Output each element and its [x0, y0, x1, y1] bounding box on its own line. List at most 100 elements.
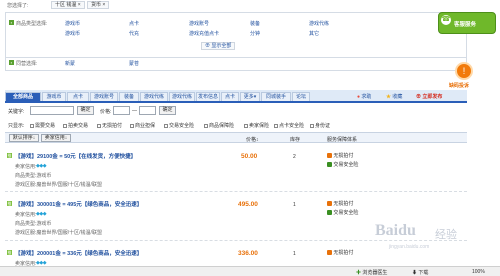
- category-item-3[interactable]: 游戏账号: [189, 20, 209, 27]
- tab-equipment[interactable]: 装备: [119, 92, 139, 101]
- listing-title[interactable]: 【游戏】200001金 = 336元【绿色商品，安全迅速】: [15, 249, 142, 257]
- price-column-header[interactable]: 价格↕: [246, 136, 259, 143]
- browser-doctor[interactable]: ✚ 浏览器医生: [356, 269, 387, 276]
- listing-title[interactable]: 【游戏】29100金 = 50元【在线发货，方便快捷】: [15, 152, 136, 160]
- item-type-label: 商品类型:游戏币: [15, 221, 52, 227]
- listing-price: 50.00: [241, 153, 258, 160]
- listing-row: 推 【游戏】29100金 = 50元【在线发货，方便快捷】 卖家信用: ◆◆◆ …: [5, 147, 467, 192]
- tab-publish-info[interactable]: 发布信息: [196, 92, 220, 101]
- tab-local[interactable]: 同城装手: [261, 92, 291, 101]
- trade-label: 同营选择:: [16, 61, 38, 67]
- filter-option-6[interactable]: 商品保障险: [204, 122, 234, 129]
- server-info: 游戏区服:魔兽世界/国服/十区/钱温/联盟: [15, 182, 102, 188]
- keyword-confirm-button[interactable]: 确定: [77, 106, 94, 115]
- chevron-down-icon: ▾: [253, 94, 257, 100]
- tab-accounts[interactable]: 游戏账号: [90, 92, 118, 101]
- price-confirm-button[interactable]: 确定: [159, 106, 176, 115]
- server-info: 游戏区服:魔兽世界/国服/十区/钱温/联盟: [15, 230, 102, 236]
- category-item-10[interactable]: 其它: [309, 30, 319, 37]
- tab-points[interactable]: 点卡: [221, 92, 239, 101]
- filter-option-4[interactable]: 商业担保: [130, 122, 155, 129]
- filter-option-9[interactable]: 身份证: [310, 122, 330, 129]
- customer-service-badge[interactable]: ☎ 客服服务: [438, 12, 496, 34]
- filter-option-5[interactable]: 交易安全险: [164, 122, 194, 129]
- sort-default-button[interactable]: 默认排序↓: [9, 134, 39, 142]
- filter-row: 只显示: 需要交易 拍卖交易 无损拍付 商业担保 交易安全险 商品保障险 卖家保…: [5, 119, 467, 130]
- tab-leveling-2[interactable]: 游戏代练: [169, 92, 195, 101]
- trade-option-2[interactable]: 蒙苍: [129, 60, 139, 67]
- filter-chip-server[interactable]: 十区 钱温 ×: [51, 1, 85, 9]
- listing-table-header: 默认排序↓ 卖家信用↓ 价格↕ 库存 服务保障体系: [5, 132, 467, 143]
- service-column-header: 服务保障体系: [327, 137, 358, 143]
- listing-price: 495.00: [238, 201, 258, 208]
- arrow-down-icon: ↓: [64, 135, 68, 141]
- checkbox[interactable]: [164, 123, 168, 128]
- tab-forum[interactable]: 论坛: [292, 92, 310, 101]
- checkbox[interactable]: [274, 123, 278, 128]
- checkbox[interactable]: [97, 123, 101, 128]
- listing-title[interactable]: 【游戏】300001金 = 495元【绿色商品，安全迅速】: [15, 200, 142, 208]
- checkbox[interactable]: [244, 123, 248, 128]
- download-button[interactable]: ⬇ 下载: [412, 269, 428, 276]
- category-item-9[interactable]: 分钟: [250, 30, 260, 37]
- checkbox[interactable]: [30, 123, 34, 128]
- keyword-input[interactable]: [30, 106, 74, 115]
- tab-cards[interactable]: 点卡: [67, 92, 89, 101]
- publish-link[interactable]: ⊕ 立即发布: [416, 93, 442, 100]
- filter-chip-currency[interactable]: 货币 ×: [87, 1, 110, 9]
- checkbox[interactable]: [310, 123, 314, 128]
- recommend-badge: 推: [7, 153, 12, 158]
- filter-option-3[interactable]: 无损拍付: [97, 122, 122, 129]
- seller-credit-label: 卖家信用:: [15, 164, 37, 170]
- price-max-input[interactable]: [139, 106, 156, 115]
- checkbox[interactable]: [63, 123, 67, 128]
- sort-credit-button[interactable]: 卖家信用↓: [41, 134, 71, 142]
- checkbox[interactable]: [204, 123, 208, 128]
- search-row: 关键字: 确定 价格: — 确定: [5, 104, 467, 117]
- credit-diamond-icon: ◆◆◆: [36, 163, 47, 169]
- zoom-level[interactable]: 100%: [472, 269, 485, 275]
- seller-credit-label: 卖家信用:: [15, 212, 37, 218]
- filter-option-8[interactable]: 点卡安全险: [274, 122, 304, 129]
- shield-check-icon: [327, 162, 332, 168]
- service-item: 交易安全险: [327, 161, 358, 168]
- price-dash: —: [132, 108, 137, 114]
- service-item: 无损拍付: [327, 200, 353, 207]
- customer-service-label: 客服服务: [454, 22, 477, 28]
- category-item-7[interactable]: 代充: [129, 30, 139, 37]
- service-item: 无损拍付: [327, 152, 353, 159]
- category-item-1[interactable]: 游戏币: [65, 20, 80, 27]
- price-min-input[interactable]: [113, 106, 130, 115]
- help-link[interactable]: ● 求助: [357, 93, 371, 100]
- trade-icon: ▪: [9, 60, 14, 65]
- trade-type-row: ▪ 同营选择: 新蒙 蒙苍: [5, 57, 467, 71]
- filter-option-7[interactable]: 卖家保险: [244, 122, 269, 129]
- complaint-badge[interactable]: ! 缺码投诉: [446, 62, 482, 92]
- service-item: 交易安全险: [327, 209, 358, 216]
- stock-column-header: 库存: [290, 137, 301, 143]
- tab-all[interactable]: 全部商品: [5, 92, 41, 101]
- category-item-2[interactable]: 点卡: [129, 20, 139, 27]
- tab-powerleveling[interactable]: 游戏代练: [140, 92, 168, 101]
- category-item-8[interactable]: 游戏充值点卡: [189, 30, 219, 37]
- tab-more[interactable]: 更多▾: [240, 92, 260, 101]
- show-all-button[interactable]: ⊕ 显示全部: [201, 42, 236, 50]
- filter-option-1[interactable]: 需要交易: [30, 122, 55, 129]
- listing-price: 336.00: [238, 250, 258, 257]
- category-item-6[interactable]: 游戏币: [65, 30, 80, 37]
- shield-icon: [327, 201, 332, 207]
- category-item-4[interactable]: 装备: [250, 20, 260, 27]
- shield-icon: [327, 153, 332, 159]
- watermark-brand: Baidu: [375, 222, 416, 239]
- collect-link[interactable]: ★ 收藏: [386, 93, 402, 100]
- shield-icon: [327, 250, 332, 256]
- category-icon: ▪: [9, 20, 14, 25]
- credit-diamond-icon: ◆◆◆: [36, 211, 47, 217]
- checkbox[interactable]: [130, 123, 134, 128]
- recommend-badge: 推: [7, 201, 12, 206]
- category-item-5[interactable]: 游戏代练: [309, 20, 329, 27]
- trade-option-1[interactable]: 新蒙: [65, 60, 75, 67]
- listing-stock: 1: [293, 202, 296, 208]
- filter-option-2[interactable]: 拍卖交易: [63, 122, 88, 129]
- tab-gold[interactable]: 游戏币: [42, 92, 66, 101]
